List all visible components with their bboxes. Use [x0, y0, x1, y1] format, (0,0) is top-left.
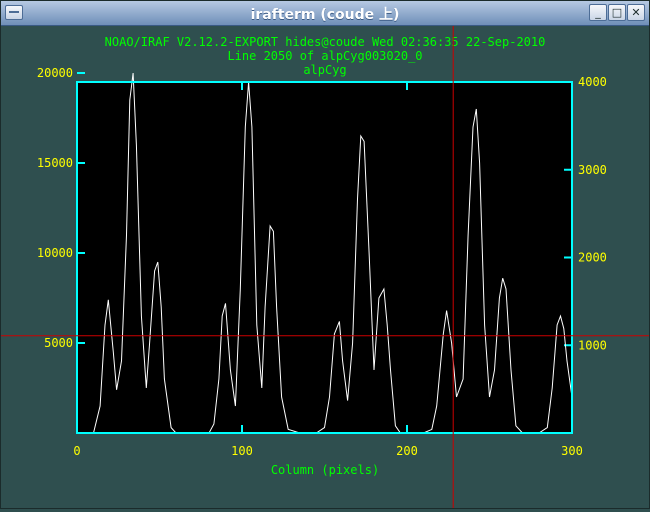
x-tick-label: 0: [73, 444, 80, 458]
plot-svg[interactable]: NOAO/IRAF V2.12.2-EXPORT hides@coude Wed…: [1, 26, 649, 508]
window-title: irafterm (coude 上): [250, 7, 400, 23]
title-bar[interactable]: irafterm (coude 上) _ □ ✕: [1, 1, 649, 26]
plot-background: [77, 82, 572, 433]
y-tick-label-left: 15000: [37, 156, 73, 170]
x-tick-label: 200: [396, 444, 418, 458]
irafterm-window: irafterm (coude 上) _ □ ✕ NOAO/IRAF V2.12…: [0, 0, 650, 509]
y-tick-label-right: 1000: [578, 338, 607, 352]
y-tick-label-right: 3000: [578, 163, 607, 177]
close-button[interactable]: ✕: [627, 4, 645, 21]
header-line-2: Line 2050 of alpCyg003020_0: [227, 49, 422, 63]
x-tick-label: 300: [561, 444, 583, 458]
x-tick-label: 100: [231, 444, 253, 458]
chart-title: alpCyg: [303, 63, 346, 77]
y-tick-label-left: 20000: [37, 66, 73, 80]
header-line-1: NOAO/IRAF V2.12.2-EXPORT hides@coude Wed…: [105, 35, 546, 49]
minimize-button[interactable]: _: [589, 4, 607, 21]
y-tick-label-right: 2000: [578, 251, 607, 265]
y-tick-label-left: 5000: [44, 336, 73, 350]
maximize-button[interactable]: □: [608, 4, 626, 21]
y-tick-label-left: 10000: [37, 246, 73, 260]
x-axis-label: Column (pixels): [271, 463, 379, 477]
y-tick-label-right: 4000: [578, 75, 607, 89]
terminal-content[interactable]: NOAO/IRAF V2.12.2-EXPORT hides@coude Wed…: [1, 26, 649, 508]
